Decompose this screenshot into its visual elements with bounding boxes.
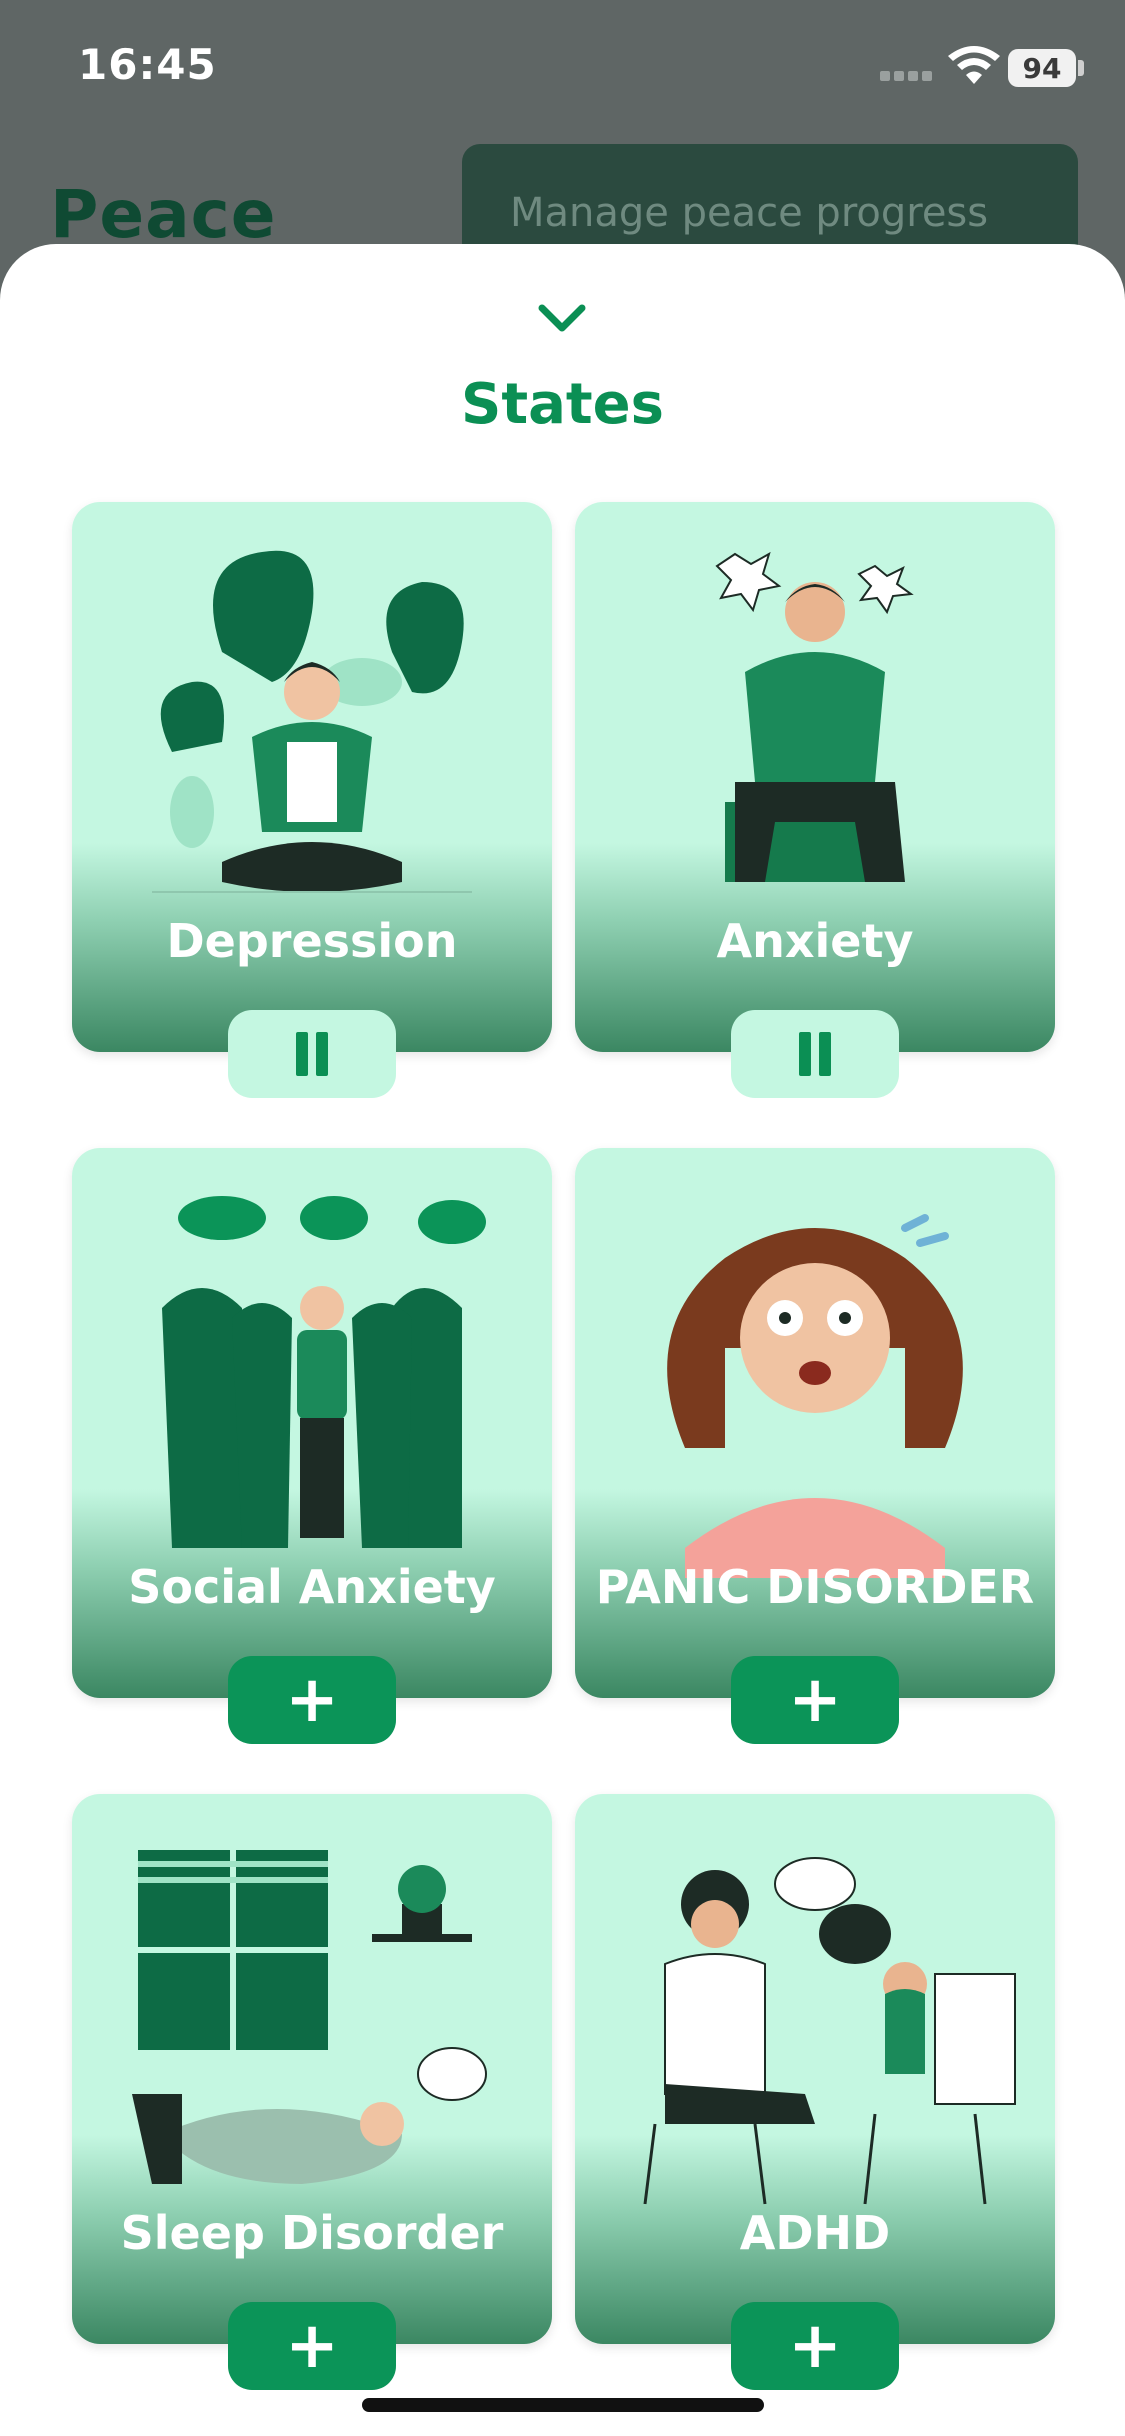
chevron-down-icon[interactable] (536, 300, 588, 336)
add-button[interactable]: + (731, 1656, 899, 1744)
state-card-adhd[interactable]: ADHD (575, 1794, 1055, 2344)
page-title: Peace (50, 176, 277, 253)
pause-button[interactable] (731, 1010, 899, 1098)
card-label: ADHD (739, 2206, 891, 2260)
card-label: PANIC DISORDER (595, 1560, 1035, 1614)
sleep-disorder-illustration (132, 1850, 487, 2184)
add-button[interactable]: + (228, 2302, 396, 2390)
anxiety-illustration (715, 551, 914, 882)
manage-progress-label: Manage peace progress (510, 190, 989, 236)
card-label: Social Anxiety (128, 1560, 496, 1614)
state-card-panic-disorder[interactable]: PANIC DISORDER (575, 1148, 1055, 1698)
state-card-social-anxiety[interactable]: Social Anxiety (72, 1148, 552, 1698)
plus-icon: + (788, 2309, 842, 2383)
pause-icon (795, 1032, 835, 1076)
pause-icon (292, 1032, 332, 1076)
panic-disorder-illustration (667, 1214, 963, 1578)
plus-icon: + (788, 1663, 842, 1737)
plus-icon: + (285, 1663, 339, 1737)
card-label: Sleep Disorder (120, 2206, 504, 2260)
depression-illustration (152, 550, 472, 893)
battery-indicator: 94 (1008, 49, 1076, 87)
state-card-sleep-disorder[interactable]: Sleep Disorder (72, 1794, 552, 2344)
home-indicator[interactable] (362, 2398, 764, 2412)
card-label: Anxiety (716, 914, 914, 968)
add-button[interactable]: + (731, 2302, 899, 2390)
plus-icon: + (285, 2309, 339, 2383)
adhd-illustration (643, 1857, 1016, 2205)
state-card-anxiety[interactable]: Anxiety (575, 502, 1055, 1052)
battery-tip (1078, 60, 1084, 76)
sheet-title: States (461, 372, 664, 437)
status-time: 16:45 (78, 40, 217, 89)
status-bar: 16:45 94 (0, 0, 1125, 140)
add-button[interactable]: + (228, 1656, 396, 1744)
pause-button[interactable] (228, 1010, 396, 1098)
wifi-icon (948, 46, 1000, 84)
cellular-signal-icon (880, 66, 936, 81)
card-label: Depression (166, 914, 458, 968)
state-card-depression[interactable]: Depression (72, 502, 552, 1052)
social-anxiety-illustration (162, 1196, 486, 1548)
